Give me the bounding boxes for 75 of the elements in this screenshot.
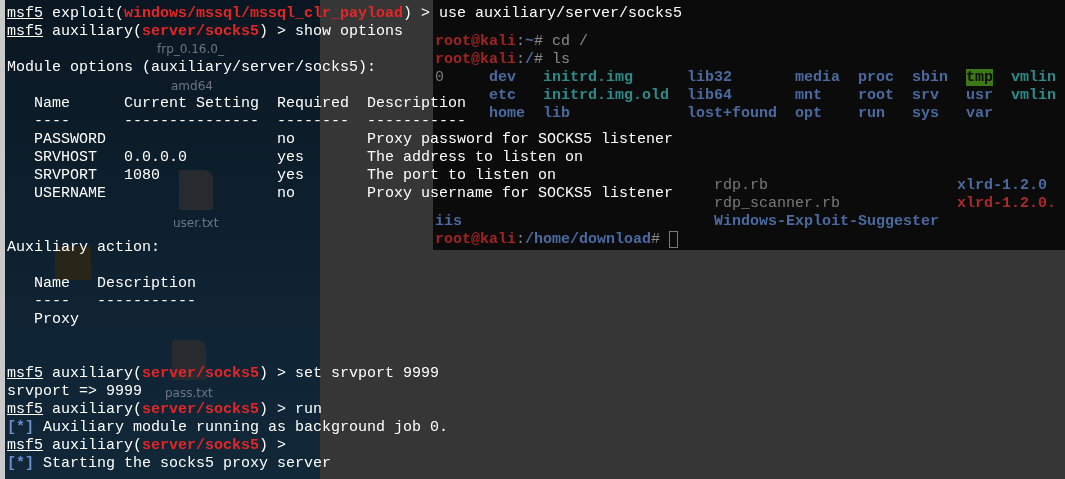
file-name: Windows-Exploit-Suggester (713, 213, 939, 230)
file-name: initrd.img.old (542, 87, 669, 104)
table-cell: SRVHOST (34, 149, 97, 166)
column-header: Name (34, 95, 70, 112)
file-name: dev (488, 69, 516, 86)
file-name: lib32 (686, 69, 732, 86)
terminal-line: root@kali:~# cd / (434, 33, 588, 51)
file-name: lib64 (686, 87, 732, 104)
file-name: rdp.rb (713, 177, 768, 194)
file-name: xlrd-1.2.0 (957, 177, 1047, 194)
column-header: Required (277, 95, 350, 112)
column-header: Description (97, 275, 197, 292)
column-rule: ----------- (367, 113, 467, 130)
column-header: Current Setting (124, 95, 260, 112)
terminal-line: msf5 auxiliary(server/socks5) > run (7, 401, 323, 419)
desktop-icon-label: amd64 (171, 79, 213, 93)
terminal-line: msf5 auxiliary(server/socks5) > set srvport 9999 (7, 365, 440, 383)
file-name: vmlin (1010, 69, 1056, 86)
file-name: tmp (965, 69, 993, 86)
terminal-line: root@kali:/home/download# (434, 231, 661, 249)
file-icon (178, 170, 213, 210)
terminal-line: srvport => 9999 (7, 383, 143, 401)
terminal-line: [*] Starting the socks5 proxy server (7, 455, 332, 473)
table-cell: Proxy password for SOCKS5 listener (367, 131, 674, 148)
column-rule: ----------- (97, 293, 197, 310)
file-name: rdp_scanner.rb (713, 195, 840, 212)
table-cell: yes (277, 167, 305, 184)
table-cell: 1080 (124, 167, 160, 184)
table-cell: PASSWORD (34, 131, 106, 148)
column-header: Description (367, 95, 467, 112)
table-cell: 0.0.0.0 (124, 149, 187, 166)
terminal-line: msf5 auxiliary(server/socks5) > (7, 437, 287, 455)
file-name: iis (434, 213, 462, 230)
file-name: mnt (794, 87, 822, 104)
file-name: proc (857, 69, 894, 86)
file-name: 0 (434, 69, 444, 86)
terminal-line: Module options (auxiliary/server/socks5): (7, 59, 377, 77)
file-name: vmlin (1010, 87, 1056, 104)
table-cell: USERNAME (34, 185, 106, 202)
file-name: opt (794, 105, 822, 122)
terminal-line: msf5 exploit(windows/mssql/mssql_clr_payload) > use auxiliary/server/socks5 (7, 5, 683, 23)
column-rule: --------------- (124, 113, 260, 130)
file-name: var (965, 105, 993, 122)
desktop-icon-label: user.txt (173, 216, 219, 230)
desktop-icon-label: frp_0.16.0_ (157, 42, 224, 56)
file-name: initrd.img (542, 69, 633, 86)
desktop-icon-label: pass.txt (165, 386, 213, 400)
table-cell: SRVPORT (34, 167, 97, 184)
terminal-line: Auxiliary action: (7, 239, 161, 257)
terminal-line: [*] Auxiliary module running as background job 0. (7, 419, 449, 437)
column-rule: ---- (34, 113, 70, 130)
column-rule: -------- (277, 113, 350, 130)
file-name: sys (911, 105, 939, 122)
table-cell: no (277, 131, 296, 148)
file-name: home (488, 105, 525, 122)
file-name: etc (488, 87, 516, 104)
file-name: xlrd-1.2.0. (957, 195, 1056, 212)
terminal-line: msf5 auxiliary(server/socks5) > show options (7, 23, 404, 41)
table-cell: no (277, 185, 296, 202)
table-cell: Proxy username for SOCKS5 listener (367, 185, 674, 202)
table-cell: yes (277, 149, 305, 166)
column-header: Name (34, 275, 70, 292)
file-name: media (794, 69, 840, 86)
table-cell: The port to listen on (367, 167, 557, 184)
terminal-line: root@kali:/# ls (434, 51, 570, 69)
table-cell: The address to listen on (367, 149, 584, 166)
file-name: usr (965, 87, 993, 104)
file-name: sbin (911, 69, 948, 86)
file-name: srv (911, 87, 939, 104)
file-name: lib (542, 105, 570, 122)
file-name: root (857, 87, 894, 104)
table-cell: Proxy (34, 311, 79, 328)
column-rule: ---- (34, 293, 70, 310)
file-name: run (857, 105, 885, 122)
file-name: lost+found (686, 105, 777, 122)
